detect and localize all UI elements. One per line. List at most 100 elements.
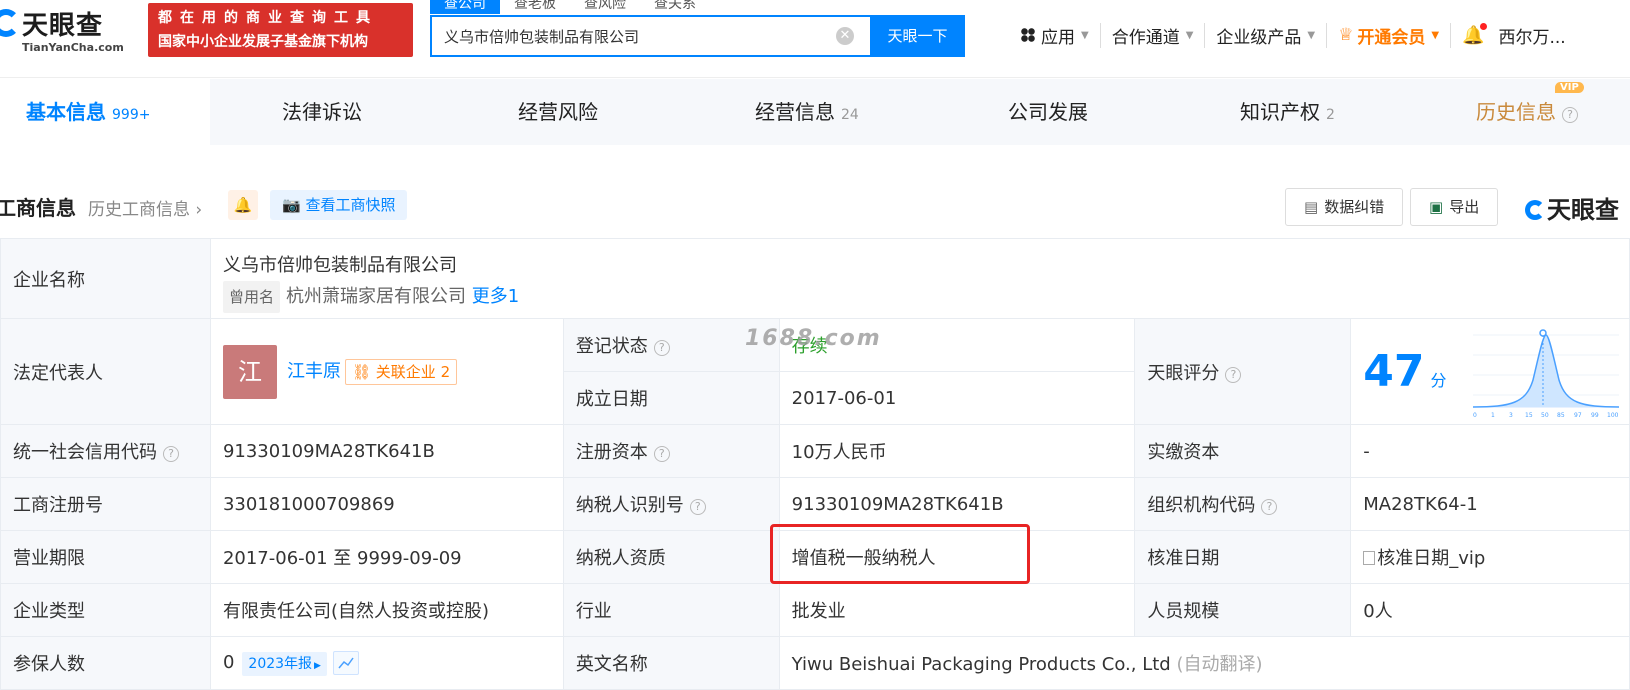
tab-operation[interactable]: 经营信息 24 — [755, 79, 859, 145]
search-tab-company[interactable]: 查公司 — [430, 0, 500, 14]
english-name-value: Yiwu Beishuai Packaging Products Co., Lt… — [791, 654, 1171, 675]
score-tick: 1 — [1491, 412, 1495, 419]
banner-line-2: 国家中小企业发展子基金旗下机构 — [158, 34, 368, 50]
detail-tabs: 基本信息 999+ 法律诉讼 经营风险 经营信息 24 公司发展 知识产权 2 历史信… — [0, 79, 1630, 145]
chevron-down-icon: ▼ — [1185, 29, 1194, 41]
tab-basic-info[interactable]: 基本信息 999+ — [0, 79, 210, 145]
search-box: ✕ — [430, 15, 870, 57]
nav-apps[interactable]: 应用 ▼ — [1010, 22, 1101, 48]
help-icon[interactable]: ? — [163, 446, 179, 462]
tab-ip[interactable]: 知识产权 2 — [1240, 79, 1335, 145]
score-cell[interactable]: 47 分 0 1 3 15 50 85 97 99 100 — [1350, 318, 1630, 425]
nav-vip[interactable]: ♕ 开通会员 ▼ — [1327, 22, 1452, 48]
legal-rep-name[interactable]: 江丰原 — [287, 361, 341, 382]
section-logo-text: 天眼查 — [1547, 196, 1619, 224]
capital-value: 10万人民币 — [778, 424, 1136, 478]
search-tab-relation[interactable]: 查关系 — [640, 0, 710, 14]
vip-badge: VIP — [1555, 82, 1584, 93]
clear-icon[interactable]: ✕ — [836, 27, 854, 45]
org-code-value: MA28TK64-1 — [1350, 477, 1630, 531]
org-code-label: 组织机构代码 — [1147, 495, 1256, 516]
tab-count: 2 — [1326, 107, 1335, 123]
tab-risk[interactable]: 经营风险 — [518, 79, 598, 145]
avatar[interactable]: 江 — [222, 344, 277, 399]
export-button[interactable]: ▣ 导出 — [1410, 188, 1499, 226]
help-icon[interactable]: ? — [1261, 499, 1278, 515]
taxpayer-qual-label: 纳税人资质 — [562, 530, 780, 584]
credit-code-label-cell: 统一社会信用代码? — [0, 424, 211, 478]
correction-label: 数据纠错 — [1324, 198, 1385, 216]
capital-label-cell: 注册资本? — [562, 424, 780, 478]
approval-date-cell: 核准日期_vip — [1350, 530, 1630, 584]
company-type-value: 有限责任公司(自然人投资或控股) — [209, 583, 564, 637]
nav-enterprise-label: 企业级产品 — [1216, 27, 1302, 48]
credit-code-label: 统一社会信用代码 — [13, 442, 157, 463]
caret-right-icon: ▶ — [314, 660, 321, 671]
business-term-label: 营业期限 — [0, 530, 211, 584]
company-type-label: 企业类型 — [0, 583, 211, 637]
score-tick: 0 — [1473, 412, 1477, 419]
camera-icon: 📷 — [282, 196, 301, 214]
search-button[interactable]: 天眼一下 — [870, 15, 965, 57]
annual-report-label: 2023年报 — [248, 655, 313, 672]
business-info-table: 企业名称 义乌市倍帅包装制品有限公司 曾用名 杭州萧瑞家居有限公司 更多1 法定代… — [0, 238, 1630, 690]
logo-eye-icon — [1525, 200, 1545, 220]
tab-count: 24 — [841, 107, 859, 123]
insured-cell: 0 2023年报 ▶ — [209, 636, 564, 690]
search-tab-risk[interactable]: 查风险 — [570, 0, 640, 14]
help-icon[interactable]: ? — [653, 340, 670, 356]
nav-enterprise[interactable]: 企业级产品 ▼ — [1205, 22, 1328, 48]
correction-button[interactable]: ▤ 数据纠错 — [1285, 188, 1404, 226]
section-title: 工商信息 — [0, 196, 76, 220]
former-name: 杭州萧瑞家居有限公司 — [285, 285, 466, 307]
auto-translate-note: (自动翻译) — [1176, 654, 1263, 675]
chevron-down-icon: ▼ — [1081, 29, 1089, 41]
nav-user[interactable]: 🔔 西尔万... — [1451, 22, 1577, 48]
reg-number-value: 330181000709869 — [209, 477, 564, 531]
search-input[interactable] — [432, 17, 812, 55]
related-companies-tag[interactable]: ⛓ 关联企业 2 — [344, 358, 458, 385]
logo-domain: TianYanCha.com — [22, 41, 124, 54]
english-name-cell: Yiwu Beishuai Packaging Products Co., Lt… — [778, 636, 1630, 690]
table-row: 企业类型 有限责任公司(自然人投资或控股) 行业 批发业 人员规模 0人 — [0, 583, 1630, 637]
paid-capital-label: 实缴资本 — [1134, 424, 1352, 478]
score-tick: 85 — [1557, 412, 1565, 419]
score-label-cell: 天眼评分? — [1134, 318, 1352, 425]
snapshot-button[interactable]: 📷 查看工商快照 — [270, 190, 408, 220]
promo-banner[interactable]: 都在用的商业查询工具 国家中小企业发展子基金旗下机构 — [148, 3, 413, 57]
staff-size-label: 人员规模 — [1134, 583, 1352, 637]
monitor-bell-icon[interactable]: 🔔 — [228, 190, 258, 220]
top-header: 天眼查 TianYanCha.com 都在用的商业查询工具 国家中小企业发展子基… — [0, 0, 1630, 78]
tab-label: 经营信息 — [755, 100, 835, 124]
help-icon[interactable]: ? — [1562, 107, 1578, 123]
help-icon[interactable]: ? — [1225, 366, 1242, 383]
score-tick: 99 — [1591, 412, 1599, 419]
nav-partner[interactable]: 合作通道 ▼ — [1101, 22, 1206, 48]
history-link-label: 历史工商信息 — [88, 200, 190, 220]
help-icon[interactable]: ? — [689, 499, 706, 515]
chevron-right-icon: › — [195, 200, 203, 220]
business-term-value: 2017-06-01 至 9999-09-09 — [209, 530, 564, 584]
tab-label: 经营风险 — [518, 100, 598, 124]
bell-icon[interactable]: 🔔 — [1462, 22, 1488, 46]
annual-report-tag[interactable]: 2023年报 ▶ — [242, 651, 327, 676]
approval-date-label: 核准日期 — [1134, 530, 1352, 584]
network-icon: ⛓ — [351, 362, 371, 381]
tab-label: 法律诉讼 — [282, 100, 362, 124]
legal-rep-cell: 江江丰原 ⛓ 关联企业 2 — [209, 318, 564, 425]
tianyancha-logo[interactable]: 天眼查 TianYanCha.com — [0, 5, 142, 55]
company-name-label: 企业名称 — [0, 238, 211, 319]
tab-development[interactable]: 公司发展 — [1008, 79, 1088, 145]
capital-label: 注册资本 — [575, 442, 648, 463]
trend-chart-icon[interactable] — [332, 650, 359, 675]
help-icon[interactable]: ? — [653, 446, 670, 462]
staff-size-value: 0人 — [1350, 583, 1630, 637]
paid-capital-value: - — [1350, 424, 1630, 478]
crown-icon: ♕ — [1338, 25, 1354, 45]
history-link[interactable]: 历史工商信息 › — [88, 195, 202, 220]
tab-legal[interactable]: 法律诉讼 — [282, 79, 362, 145]
more-former-names-link[interactable]: 更多1 — [472, 286, 519, 307]
logo-eye-icon — [0, 9, 20, 37]
search-tab-boss[interactable]: 查老板 — [500, 0, 570, 14]
tab-label: 基本信息 — [26, 100, 106, 124]
